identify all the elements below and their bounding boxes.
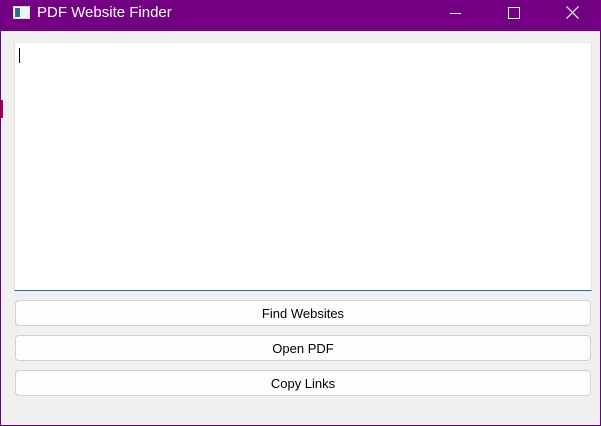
find-websites-button[interactable]: Find Websites	[15, 300, 591, 326]
copy-links-button[interactable]: Copy Links	[15, 370, 591, 396]
maximize-button[interactable]	[485, 0, 543, 25]
minimize-button[interactable]	[427, 0, 485, 25]
maximize-icon	[508, 6, 520, 19]
app-window: PDF Website Finder Find Websites Open PD…	[0, 0, 601, 426]
open-pdf-button[interactable]: Open PDF	[15, 335, 591, 361]
app-window-icon	[13, 6, 30, 19]
pdf-text-area[interactable]	[14, 42, 592, 291]
window-title: PDF Website Finder	[37, 4, 172, 21]
close-icon	[565, 6, 579, 19]
title-bar[interactable]: PDF Website Finder	[1, 0, 601, 31]
close-button[interactable]	[543, 0, 601, 25]
minimize-icon	[450, 7, 462, 19]
text-caret	[19, 48, 20, 63]
window-edge-mark	[1, 100, 3, 118]
